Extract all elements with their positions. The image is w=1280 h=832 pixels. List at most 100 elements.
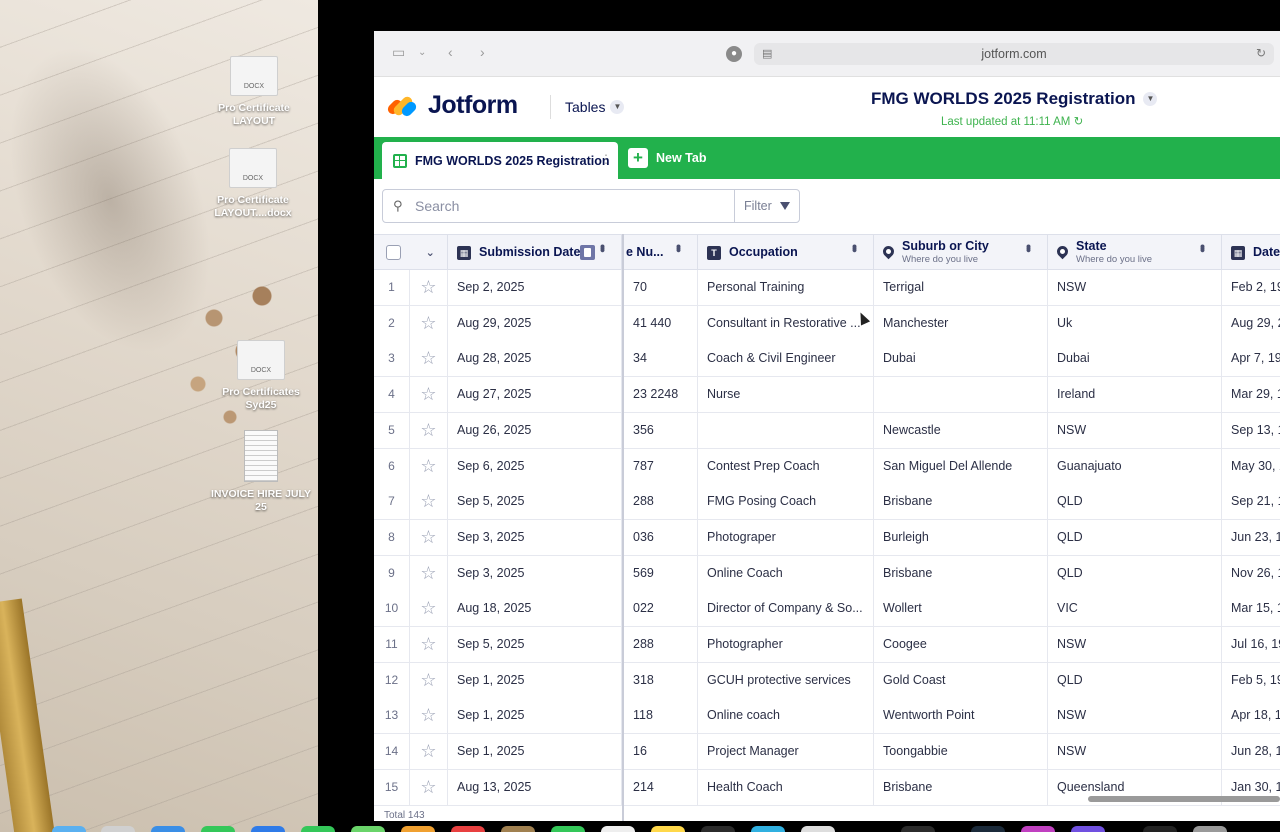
cell-phone-number[interactable]: 70	[624, 270, 698, 305]
chevron-down-icon[interactable]: ⌄	[418, 47, 426, 58]
messages-icon[interactable]	[201, 826, 235, 832]
cell-suburb-or-city[interactable]: Brisbane	[874, 484, 1048, 520]
cell-suburb-or-city[interactable]: Toongabbie	[874, 734, 1048, 770]
cell-occupation[interactable]: Contest Prep Coach	[698, 448, 874, 484]
settings-icon[interactable]	[901, 826, 935, 832]
star-icon[interactable]: ☆	[410, 341, 448, 377]
star-icon[interactable]: ☆	[410, 448, 448, 484]
lightroom-icon[interactable]	[971, 826, 1005, 832]
cell-occupation[interactable]: Photograper	[698, 519, 874, 555]
sidebar-icon[interactable]: ▭	[392, 44, 405, 61]
cell-submission-date[interactable]: Sep 3, 2025	[448, 555, 622, 591]
table-row[interactable]: 14 ☆ Sep 1, 2025 16 Project Manager Toongabbi…	[374, 734, 1280, 771]
reload-icon[interactable]: ↻	[1256, 46, 1266, 60]
table-row[interactable]: 4 ☆ Aug 27, 2025 23 2248 Nurse Ireland Mar 29,…	[374, 377, 1280, 414]
trash-icon[interactable]	[1193, 826, 1227, 832]
preview-icon[interactable]	[801, 826, 835, 832]
star-icon[interactable]: ☆	[410, 305, 448, 341]
column-options-icon[interactable]: •••	[595, 244, 611, 250]
cell-phone-number[interactable]: 16	[624, 734, 698, 770]
table-row[interactable]: 7 ☆ Sep 5, 2025 288 FMG Posing Coach Brisbane…	[374, 484, 1280, 521]
cell-occupation[interactable]: GCUH protective services	[698, 662, 874, 698]
cell-phone-number[interactable]: 318	[624, 662, 698, 698]
cell-state[interactable]: Ireland	[1048, 377, 1222, 413]
cell-state[interactable]: Guanajuato	[1048, 448, 1222, 484]
new-tab-button[interactable]: + New Tab	[628, 148, 706, 168]
desktop-file-invoice-hire[interactable]: INVOICE HIRE JULY 25	[206, 430, 316, 514]
cell-occupation[interactable]: Director of Company & So...	[698, 591, 874, 627]
desktop-file-pro-certificates-syd25[interactable]: DOCX Pro Certificates Syd25	[206, 340, 316, 412]
table-row[interactable]: 8 ☆ Sep 3, 2025 036 Photograper Burleigh QLD Ju…	[374, 519, 1280, 556]
facetime-icon[interactable]	[301, 826, 335, 832]
cell-submission-date[interactable]: Sep 5, 2025	[448, 627, 622, 662]
cell-phone-number[interactable]: 23 2248	[624, 377, 698, 413]
tables-menu-button[interactable]: Tables ▼	[565, 99, 625, 115]
cell-state[interactable]: Dubai	[1048, 341, 1222, 377]
cell-date[interactable]: May 30, 1	[1222, 449, 1280, 484]
cell-date[interactable]: Jun 23, 19	[1222, 520, 1280, 555]
cell-suburb-or-city[interactable]: Terrigal	[874, 270, 1048, 305]
star-icon[interactable]: ☆	[410, 270, 448, 305]
filter-button[interactable]: Filter	[734, 189, 800, 223]
cell-date[interactable]: Aug 29, 2	[1222, 306, 1280, 341]
finder-icon[interactable]	[52, 826, 86, 832]
cell-state[interactable]: QLD	[1048, 662, 1222, 698]
cell-state[interactable]: NSW	[1048, 412, 1222, 448]
star-icon[interactable]: ☆	[410, 591, 448, 627]
cell-submission-date[interactable]: Sep 1, 2025	[448, 662, 622, 698]
star-icon[interactable]: ☆	[410, 377, 448, 413]
desktop-file-pro-certificate-layout-docx[interactable]: DOCX Pro Certificate LAYOUT....docx	[198, 148, 308, 220]
cell-suburb-or-city[interactable]: Dubai	[874, 341, 1048, 377]
cell-date[interactable]: Sep 13, 19	[1222, 413, 1280, 448]
table-row[interactable]: 2 ☆ Aug 29, 2025 41 440 Consultant in Restor…	[374, 305, 1280, 342]
notes-icon[interactable]	[651, 826, 685, 832]
cell-occupation[interactable]: Online Coach	[698, 555, 874, 591]
tab-fmg-worlds-2025-registration[interactable]: FMG WORLDS 2025 Registration ⋮	[382, 142, 618, 179]
forward-icon[interactable]: ›	[480, 44, 485, 60]
star-icon[interactable]: ☆	[410, 555, 448, 591]
cell-occupation[interactable]: Nurse	[698, 377, 874, 413]
tab-options-icon[interactable]: ⋮	[600, 152, 612, 166]
cell-phone-number[interactable]: 036	[624, 519, 698, 555]
cell-state[interactable]: NSW	[1048, 270, 1222, 305]
star-icon[interactable]: ☆	[410, 412, 448, 448]
stocks-icon[interactable]	[701, 826, 735, 832]
desktop-file-pro-certificate-layout[interactable]: DOCX Pro Certificate LAYOUT	[199, 56, 309, 128]
cell-submission-date[interactable]: Sep 1, 2025	[448, 698, 622, 734]
cell-occupation[interactable]: Online coach	[698, 698, 874, 734]
table-row[interactable]: 10 ☆ Aug 18, 2025 022 Director of Company & …	[374, 591, 1280, 628]
cell-submission-date[interactable]: Sep 1, 2025	[448, 734, 622, 770]
cell-suburb-or-city[interactable]: Brisbane	[874, 555, 1048, 591]
cell-submission-date[interactable]: Sep 5, 2025	[448, 484, 622, 520]
maps-icon[interactable]	[351, 826, 385, 832]
table-row[interactable]: 12 ☆ Sep 1, 2025 318 GCUH protective service…	[374, 662, 1280, 699]
cell-suburb-or-city[interactable]: Manchester	[874, 305, 1048, 341]
cell-phone-number[interactable]: 288	[624, 627, 698, 662]
cell-suburb-or-city[interactable]: Burleigh	[874, 519, 1048, 555]
reminders-icon[interactable]	[601, 826, 635, 832]
column-options-icon[interactable]: •••	[1195, 244, 1211, 250]
cell-date[interactable]: Apr 18, 19	[1222, 698, 1280, 733]
table-row[interactable]: 9 ☆ Sep 3, 2025 569 Online Coach Brisbane QLD N…	[374, 555, 1280, 592]
cell-state[interactable]: QLD	[1048, 484, 1222, 520]
cell-date[interactable]: Sep 21, 19	[1222, 484, 1280, 519]
calendar-app-icon[interactable]	[451, 826, 485, 832]
star-icon[interactable]: ☆	[410, 519, 448, 555]
star-icon[interactable]: ☆	[410, 769, 448, 805]
cell-state[interactable]: VIC	[1048, 591, 1222, 627]
column-options-icon[interactable]: •••	[847, 244, 863, 250]
cell-phone-number[interactable]: 288	[624, 484, 698, 520]
table-row[interactable]: 6 ☆ Sep 6, 2025 787 Contest Prep Coach San Mi…	[374, 448, 1280, 485]
cell-suburb-or-city[interactable]: Wollert	[874, 591, 1048, 627]
cell-submission-date[interactable]: Aug 27, 2025	[448, 377, 622, 413]
cell-submission-date[interactable]: Aug 29, 2025	[448, 305, 622, 341]
cell-occupation[interactable]: Photographer	[698, 627, 874, 662]
cell-phone-number[interactable]: 214	[624, 769, 698, 805]
cell-submission-date[interactable]: Sep 2, 2025	[448, 270, 622, 305]
cell-suburb-or-city[interactable]: Coogee	[874, 627, 1048, 662]
safari-icon[interactable]	[151, 826, 185, 832]
cell-submission-date[interactable]: Aug 13, 2025	[448, 769, 622, 805]
cell-submission-date[interactable]: Sep 3, 2025	[448, 519, 622, 555]
cell-date[interactable]: Feb 5, 19	[1222, 663, 1280, 698]
column-options-icon[interactable]: •••	[1021, 244, 1037, 250]
